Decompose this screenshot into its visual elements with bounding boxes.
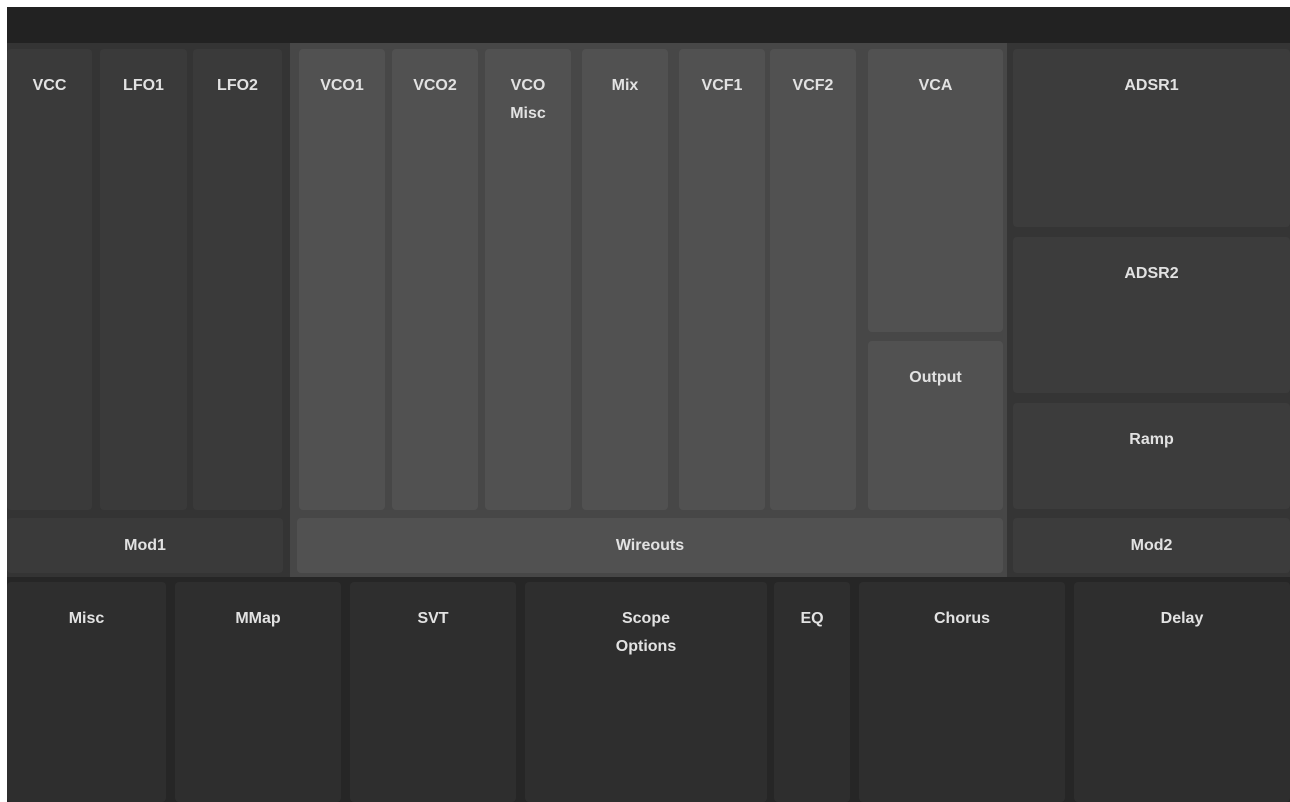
module-vcc-label: VCC (32, 77, 67, 94)
module-vcf2-label: VCF2 (792, 77, 834, 94)
module-lfo1-label: LFO1 (123, 77, 164, 94)
wireouts-footer-label: Wireouts (615, 536, 685, 554)
module-eq-label: EQ (800, 610, 824, 627)
module-misc-panel[interactable]: Misc (7, 582, 166, 802)
module-mmap-label: MMap (235, 610, 281, 627)
module-output-panel[interactable]: Output (868, 341, 1003, 510)
module-output-label: Output (909, 369, 962, 386)
module-chorus-label: Chorus (934, 610, 990, 627)
module-svt-panel[interactable]: SVT (350, 582, 516, 802)
module-svt-label: SVT (417, 610, 449, 627)
module-mix-label: Mix (611, 77, 639, 94)
module-vco2-panel[interactable]: VCO2 (392, 49, 478, 510)
module-vcf1-panel[interactable]: VCF1 (679, 49, 765, 510)
module-vcc-panel[interactable]: VCC (7, 49, 92, 510)
module-adsr1-label: ADSR1 (1124, 77, 1179, 94)
module-vco2-label: VCO2 (413, 77, 457, 94)
module-misc-label: Misc (68, 610, 105, 627)
wireouts-footer-panel[interactable]: Wireouts (297, 518, 1003, 573)
module-vco-misc-panel[interactable]: VCO Misc (485, 49, 571, 510)
left-module-group: VCC LFO1 LFO2 Mod1 (7, 43, 290, 577)
mod2-footer-panel[interactable]: Mod2 (1013, 518, 1290, 573)
module-delay-label: Delay (1160, 610, 1204, 627)
module-vca-label: VCA (918, 77, 953, 94)
module-vca-panel[interactable]: VCA (868, 49, 1003, 332)
mod1-footer-panel[interactable]: Mod1 (7, 518, 283, 573)
module-adsr2-label: ADSR2 (1124, 265, 1179, 282)
module-ramp-panel[interactable]: Ramp (1013, 403, 1290, 509)
module-adsr2-panel[interactable]: ADSR2 (1013, 237, 1290, 393)
mod1-footer-label: Mod1 (124, 536, 166, 554)
bottom-module-group: Misc MMap SVT Scope Options EQ Chorus De… (7, 577, 1290, 802)
right-module-group: ADSR1 ADSR2 Ramp Mod2 (1007, 43, 1290, 577)
module-lfo2-panel[interactable]: LFO2 (193, 49, 282, 510)
module-vco1-panel[interactable]: VCO1 (299, 49, 385, 510)
module-mix-panel[interactable]: Mix (582, 49, 668, 510)
module-lfo2-label: LFO2 (217, 77, 258, 94)
module-adsr1-panel[interactable]: ADSR1 (1013, 49, 1290, 227)
module-ramp-label: Ramp (1129, 431, 1174, 448)
module-vco-misc-label: VCO Misc (510, 77, 546, 122)
module-scope-options-label: Scope Options (615, 610, 677, 655)
synth-window: VCC LFO1 LFO2 Mod1 VCO1 VCO2 VCO Misc Mi… (7, 7, 1290, 802)
module-vco1-label: VCO1 (320, 77, 364, 94)
module-eq-panel[interactable]: EQ (774, 582, 850, 802)
module-vcf2-panel[interactable]: VCF2 (770, 49, 856, 510)
module-scope-options-panel[interactable]: Scope Options (525, 582, 767, 802)
mod2-footer-label: Mod2 (1130, 536, 1173, 554)
module-chorus-panel[interactable]: Chorus (859, 582, 1065, 802)
module-lfo1-panel[interactable]: LFO1 (100, 49, 187, 510)
center-module-group: VCO1 VCO2 VCO Misc Mix VCF1 VCF2 VCA Out… (290, 43, 1007, 577)
module-vcf1-label: VCF1 (701, 77, 743, 94)
module-mmap-panel[interactable]: MMap (175, 582, 341, 802)
module-delay-panel[interactable]: Delay (1074, 582, 1290, 802)
